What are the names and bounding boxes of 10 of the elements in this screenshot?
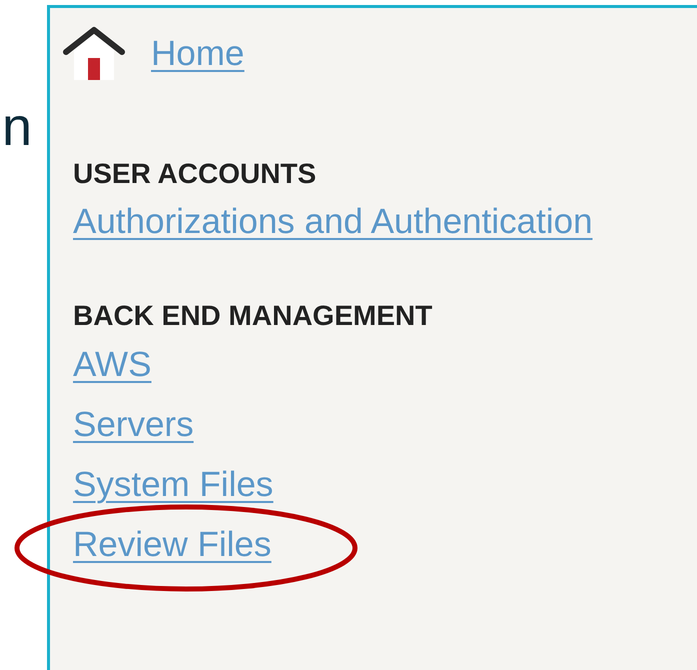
page-text: n xyxy=(2,100,32,154)
sidebar-link[interactable]: Authorizations and Authentication xyxy=(73,201,593,244)
section-heading: BACK END MANAGEMENT xyxy=(73,299,434,334)
sidebar-link[interactable]: System Files xyxy=(73,464,274,506)
home-link[interactable]: Home xyxy=(151,33,244,75)
sidebar-link[interactable]: Review Files xyxy=(73,524,272,566)
house-icon xyxy=(62,26,126,82)
section-heading: USER ACCOUNTS xyxy=(73,157,318,191)
sidebar-link[interactable]: Servers xyxy=(73,404,194,446)
sidebar-link[interactable]: AWS xyxy=(73,344,152,386)
